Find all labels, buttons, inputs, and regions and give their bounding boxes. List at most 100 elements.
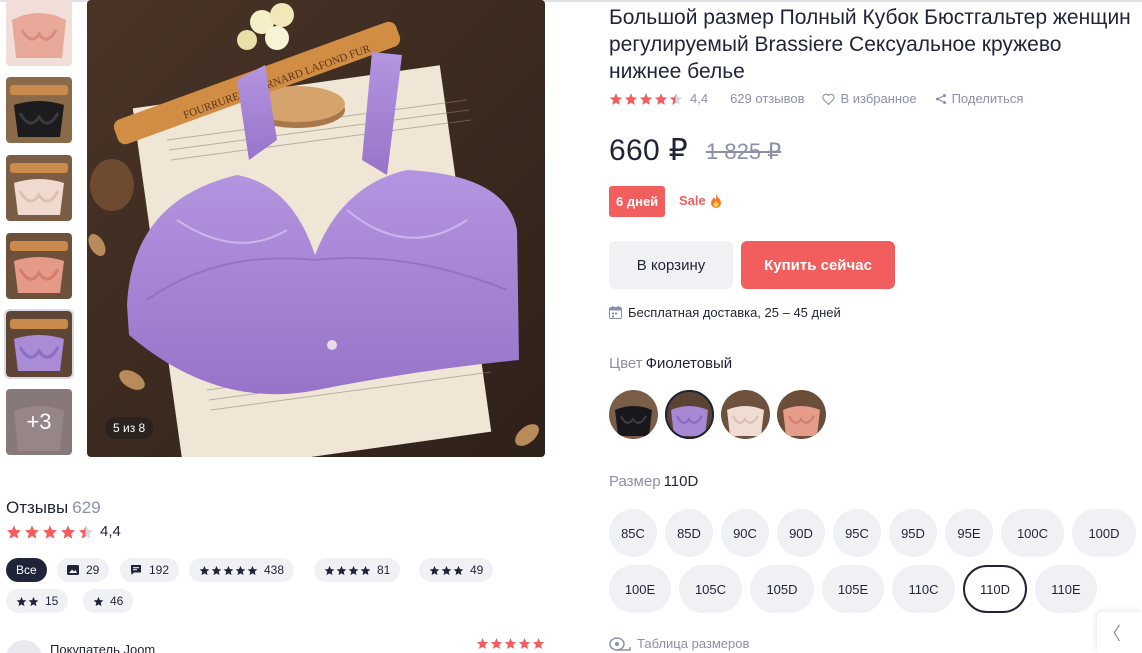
more-photos-label: +3 <box>6 389 72 455</box>
photo-icon <box>67 565 79 575</box>
size-table-label: Таблица размеров <box>637 636 750 651</box>
filter-photo[interactable]: 29 <box>57 558 110 582</box>
size-value: 110D <box>663 473 699 490</box>
star-icon <box>504 638 517 649</box>
one-star-icon <box>93 596 105 607</box>
reviews-rating-value: 4,4 <box>100 523 121 540</box>
image-counter: 5 из 8 <box>105 417 154 439</box>
size-option[interactable]: 105D <box>750 565 814 613</box>
size-table-link[interactable]: Таблица размеров <box>609 636 749 651</box>
filter-comments-count: 192 <box>149 563 170 577</box>
color-swatch-pink[interactable] <box>777 390 826 439</box>
color-label: Цвет <box>609 355 643 372</box>
star-icon <box>532 638 545 649</box>
avatar <box>6 640 42 653</box>
sale-badge: Sale <box>679 193 722 208</box>
size-option[interactable]: 105C <box>679 565 742 613</box>
star-half-icon <box>79 524 93 539</box>
size-option[interactable]: 85D <box>665 509 713 557</box>
size-option[interactable]: 100E <box>609 565 671 613</box>
star-icon <box>61 524 75 539</box>
thumbnail-1[interactable] <box>6 0 72 66</box>
product-meta: 4,4 629 отзывов В избранное Поделиться <box>609 91 1041 106</box>
reviews-title: Отзывы <box>6 498 69 517</box>
star-icon <box>518 638 531 649</box>
size-option[interactable]: 85C <box>609 509 657 557</box>
color-selector-label: Цвет Фиолетовый <box>609 355 732 372</box>
comment-icon <box>131 565 141 575</box>
product-rating-value: 4,4 <box>690 91 709 106</box>
size-option[interactable]: 100C <box>1001 509 1064 557</box>
color-value: Фиолетовый <box>645 355 733 372</box>
measuring-tape-icon <box>609 636 631 651</box>
size-option[interactable]: 90C <box>721 509 769 557</box>
four-stars-icon <box>324 565 372 576</box>
days-badge: 6 дней <box>609 186 666 217</box>
size-selector-label: Размер 110D <box>609 473 698 490</box>
filter-4-stars[interactable]: 81 <box>314 558 401 582</box>
share-icon <box>935 93 946 104</box>
thumbnail-5[interactable] <box>4 309 74 379</box>
color-swatch-black[interactable] <box>609 390 658 439</box>
filter-5-count: 438 <box>264 563 285 577</box>
size-option[interactable]: 110C <box>892 565 955 613</box>
star-half-icon <box>669 92 683 105</box>
two-stars-icon <box>16 596 40 607</box>
star-icon <box>490 638 503 649</box>
share-button[interactable]: Поделиться <box>935 91 1024 106</box>
filter-1-count: 46 <box>110 594 124 608</box>
color-swatch-beige[interactable] <box>721 390 770 439</box>
star-icon <box>654 92 668 105</box>
product-stars <box>609 92 684 106</box>
size-option[interactable]: 90D <box>777 509 825 557</box>
filter-2-stars[interactable]: 15 <box>6 589 69 613</box>
star-icon <box>609 92 623 105</box>
reviews-count: 629 <box>72 498 101 517</box>
fire-icon <box>710 193 721 208</box>
favorites-button[interactable]: В избранное <box>822 91 917 106</box>
three-stars-icon <box>429 565 465 576</box>
size-label: Размер <box>609 473 661 490</box>
star-icon <box>639 92 653 105</box>
product-title: Большой размер Полный Кубок Бюстгальтер … <box>609 6 1131 83</box>
star-icon <box>25 524 39 539</box>
filter-all-label: Все <box>16 563 37 577</box>
delivery-info: Бесплатная доставка, 25 – 45 дней <box>609 305 841 320</box>
buy-now-button[interactable]: Купить сейчас <box>741 241 895 289</box>
size-option[interactable]: 100D <box>1072 509 1136 557</box>
delivery-text: Бесплатная доставка, 25 – 45 дней <box>628 305 841 320</box>
share-label: Поделиться <box>951 91 1024 106</box>
add-to-cart-button[interactable]: В корзину <box>609 241 733 289</box>
filter-3-count: 49 <box>470 563 484 577</box>
star-icon <box>624 92 638 105</box>
size-option[interactable]: 95D <box>889 509 937 557</box>
sale-label: Sale <box>679 193 706 208</box>
filter-1-star[interactable]: 46 <box>83 589 134 613</box>
color-swatch-purple[interactable] <box>665 390 714 439</box>
chevron-left-icon: 〈 <box>1103 623 1121 644</box>
star-icon <box>43 524 57 539</box>
size-option[interactable]: 105E <box>822 565 884 613</box>
current-price: 660 ₽ <box>609 134 688 167</box>
size-option-selected[interactable]: 110D <box>963 565 1027 613</box>
size-option[interactable]: 95E <box>945 509 993 557</box>
five-stars-icon <box>199 565 259 576</box>
side-panel-toggle[interactable]: 〈 <box>1097 612 1142 653</box>
star-icon <box>7 524 21 539</box>
thumbnail-4[interactable] <box>6 233 72 299</box>
favorites-label: В избранное <box>840 91 917 106</box>
main-product-image[interactable]: FOURRURES - BERNARD LAFOND FUR 5 из 8 <box>87 0 545 457</box>
thumbnail-more[interactable]: +3 <box>6 389 72 455</box>
filter-all[interactable]: Все <box>6 558 47 582</box>
reviews-link[interactable]: 629 отзывов <box>730 91 804 106</box>
filter-comments[interactable]: 192 <box>120 558 180 582</box>
size-option[interactable]: 110E <box>1035 565 1097 613</box>
heart-icon <box>822 93 836 105</box>
size-option[interactable]: 95C <box>833 509 881 557</box>
thumbnail-3[interactable] <box>6 155 72 221</box>
thumbnail-2[interactable] <box>6 77 72 143</box>
filter-5-stars[interactable]: 438 <box>189 558 295 582</box>
old-price: 1 825 ₽ <box>706 139 782 164</box>
filter-3-stars[interactable]: 49 <box>419 558 494 582</box>
reviews-stars <box>6 524 96 540</box>
